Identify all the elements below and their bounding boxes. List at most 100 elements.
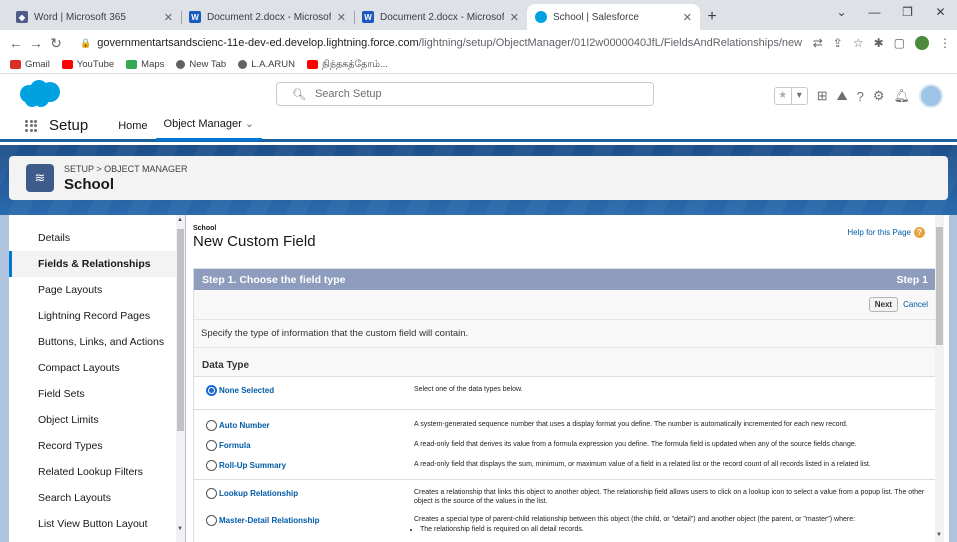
sidebar-item-fields-relationships[interactable]: Fields & Relationships	[9, 251, 185, 277]
setup-gear-icon[interactable]: ⚙	[873, 88, 885, 104]
close-window-icon[interactable]: ✕	[924, 0, 957, 24]
salesforce-icon	[535, 11, 547, 23]
bookmark-star-icon[interactable]: ☆	[853, 36, 864, 50]
bookmark-tamil[interactable]: நிந்தகத்தோம்...	[307, 59, 388, 71]
radio-button[interactable]	[206, 460, 217, 471]
global-actions-icon[interactable]: ⊞	[817, 88, 828, 104]
radio-button[interactable]	[206, 515, 217, 526]
salesforce-logo-icon[interactable]	[17, 79, 63, 109]
data-type-option-master-detail[interactable]: Master-Detail Relationship	[194, 515, 414, 526]
browser-tab[interactable]: W Document 2.docx - Microsoft Wo ✕	[354, 4, 527, 30]
option-label[interactable]: Roll-Up Summary	[219, 461, 286, 470]
scrollbar-thumb[interactable]	[177, 229, 184, 431]
close-tab-icon[interactable]: ✕	[164, 11, 173, 24]
sidebar-item-details[interactable]: Details	[9, 225, 185, 251]
forward-icon[interactable]: →	[26, 35, 46, 51]
scroll-down-icon[interactable]: ▼	[177, 526, 183, 532]
reload-icon[interactable]: ↻	[46, 35, 66, 52]
bookmark-laarun[interactable]: L.A.ARUN	[238, 59, 295, 70]
option-label[interactable]: Auto Number	[219, 421, 270, 430]
sidebar-item-object-limits[interactable]: Object Limits	[9, 407, 185, 433]
sidebar-item-record-types[interactable]: Record Types	[9, 433, 185, 459]
minimize-icon[interactable]: —	[858, 0, 891, 24]
url-field[interactable]: 🔒 governmentartsandscienc-11e-dev-ed.dev…	[72, 33, 807, 53]
data-type-option-auto-number[interactable]: Auto Number	[194, 420, 414, 431]
nav-item-object-manager[interactable]: Object Manager ⌄	[155, 111, 263, 141]
bookmark-maps[interactable]: Maps	[126, 59, 164, 70]
scrollbar-thumb[interactable]	[936, 227, 943, 345]
favorites-star-icon[interactable]: ★	[775, 88, 791, 104]
option-label[interactable]: Lookup Relationship	[219, 489, 298, 498]
bookmark-youtube[interactable]: YouTube	[61, 59, 114, 70]
breadcrumb[interactable]: SETUP > OBJECT MANAGER	[64, 164, 187, 174]
sidebar-item-list-view-button-layout[interactable]: List View Button Layout	[9, 511, 185, 537]
sidebar-item-field-sets[interactable]: Field Sets	[9, 381, 185, 407]
close-tab-icon[interactable]: ✕	[510, 11, 519, 24]
help-link-label[interactable]: Help for this Page	[847, 228, 911, 237]
sidebar-item-lightning-record-pages[interactable]: Lightning Record Pages	[9, 303, 185, 329]
chevron-down-icon[interactable]: ⌄	[245, 118, 254, 130]
browser-tab[interactable]: ◆ Word | Microsoft 365 ✕	[8, 4, 181, 30]
browser-tab[interactable]: W Document 2.docx - Microsoft Wo ✕	[181, 4, 354, 30]
user-avatar[interactable]	[919, 84, 943, 108]
data-type-row: Formula A read-only field that derives i…	[194, 440, 936, 460]
radio-button[interactable]	[206, 420, 217, 431]
option-label[interactable]: None Selected	[219, 386, 274, 395]
header-utility-icons: ★ ▾ ⊞ ⛰ ? ⚙ 🔔︎	[773, 84, 943, 108]
bookmark-gmail[interactable]: Gmail	[10, 59, 50, 70]
data-type-group: Lookup Relationship Creates a relationsh…	[194, 480, 936, 542]
restore-icon[interactable]: ❐	[891, 0, 924, 24]
radio-button[interactable]	[206, 440, 217, 451]
notifications-bell-icon[interactable]: 🔔︎	[893, 88, 910, 104]
data-type-option-none[interactable]: None Selected	[194, 385, 414, 396]
bookmark-label: Gmail	[25, 59, 50, 70]
object-header-card: ≋ SETUP > OBJECT MANAGER School	[9, 156, 948, 200]
search-setup-input[interactable]: 🔍︎ Search Setup	[276, 82, 654, 106]
back-icon[interactable]: ←	[6, 35, 26, 51]
translate-icon[interactable]: ⇄	[813, 36, 823, 50]
radio-button[interactable]	[206, 488, 217, 499]
profile-avatar[interactable]	[915, 36, 929, 50]
scroll-down-icon[interactable]: ▼	[936, 532, 942, 538]
sidebar-item-search-layouts[interactable]: Search Layouts	[9, 485, 185, 511]
sidebar-item-compact-layouts[interactable]: Compact Layouts	[9, 355, 185, 381]
data-type-option-roll-up-summary[interactable]: Roll-Up Summary	[194, 460, 414, 471]
option-description: Creates a relationship that links this o…	[414, 489, 925, 505]
sidebar-item-page-layouts[interactable]: Page Layouts	[9, 277, 185, 303]
favorites-dropdown-icon[interactable]: ▾	[790, 88, 807, 104]
data-type-option-formula[interactable]: Formula	[194, 440, 414, 451]
cancel-link[interactable]: Cancel	[903, 300, 928, 309]
sidebar-scrollbar[interactable]: ▲ ▼	[176, 215, 185, 542]
office-icon: ◆	[16, 11, 28, 23]
new-tab-button[interactable]: +	[700, 4, 724, 30]
app-launcher-icon[interactable]	[25, 119, 37, 132]
share-icon[interactable]: ⇪	[833, 36, 843, 50]
radio-button-selected[interactable]	[206, 385, 217, 396]
tab-search-icon[interactable]: ⌄	[825, 0, 858, 24]
scroll-up-icon[interactable]: ▲	[177, 217, 183, 223]
help-icon[interactable]: ?	[857, 89, 864, 104]
bookmark-newtab[interactable]: New Tab	[176, 59, 226, 70]
breadcrumb-text[interactable]: SETUP > OBJECT MANAGER	[64, 164, 187, 174]
content-scrollbar[interactable]: ▼	[935, 215, 944, 542]
next-button[interactable]: Next	[868, 297, 899, 312]
extensions-icon[interactable]: ✱	[874, 36, 884, 50]
sidebar-item-related-lookup-filters[interactable]: Related Lookup Filters	[9, 459, 185, 485]
sidebar-item-buttons-links-actions[interactable]: Buttons, Links, and Actions	[9, 329, 185, 355]
option-description-block: Creates a special type of parent-child r…	[414, 515, 936, 534]
page-body: Details Fields & Relationships Page Layo…	[0, 215, 957, 542]
sidepanel-icon[interactable]: ▢	[894, 36, 905, 50]
browser-tab-active[interactable]: School | Salesforce ✕	[527, 4, 700, 30]
option-label[interactable]: Formula	[219, 441, 251, 450]
help-for-page-link[interactable]: Help for this Page ?	[847, 227, 925, 238]
trailhead-icon[interactable]: ⛰	[837, 88, 848, 104]
data-type-option-lookup-relationship[interactable]: Lookup Relationship	[194, 488, 414, 499]
favorites-control[interactable]: ★ ▾	[773, 87, 808, 105]
option-label[interactable]: Master-Detail Relationship	[219, 516, 319, 525]
help-icon[interactable]: ?	[914, 227, 925, 238]
nav-item-home[interactable]: Home	[110, 111, 155, 141]
close-tab-icon[interactable]: ✕	[337, 11, 346, 24]
close-tab-icon[interactable]: ✕	[683, 11, 692, 24]
menu-dots-icon[interactable]: ⋮	[939, 36, 951, 50]
data-type-group: Auto Number A system-generated sequence …	[194, 410, 936, 480]
